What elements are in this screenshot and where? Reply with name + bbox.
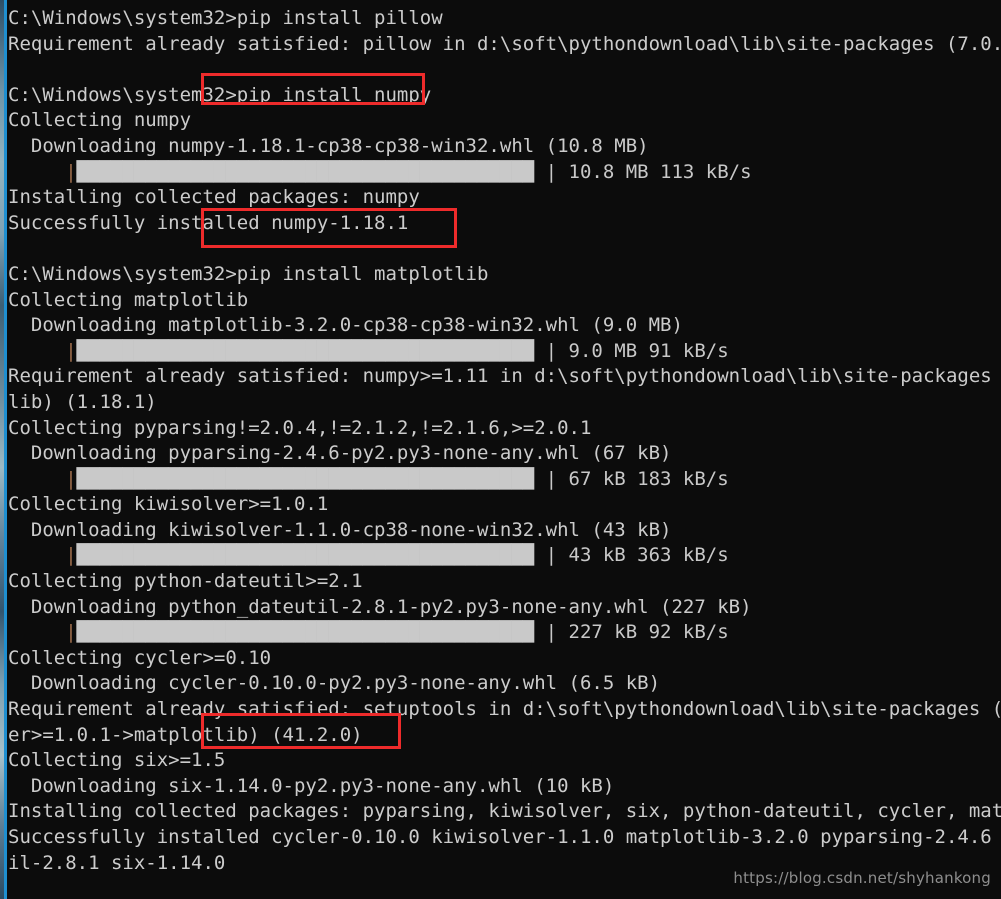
download-progress-bar: |███████████████████████████████████████… <box>7 543 1001 569</box>
terminal-output-line: Collecting numpy <box>8 109 192 132</box>
progress-bar-fill: ████████████████████████████████████████ <box>76 621 535 644</box>
progress-bar-status: | 43 kB 363 kB/s <box>534 544 729 567</box>
terminal-output-line: Downloading python_dateutil-2.8.1-py2.py… <box>8 595 752 618</box>
terminal-output-line: Requirement already satisfied: numpy>=1.… <box>8 365 992 388</box>
progress-bar-left-delimiter: | <box>65 621 77 644</box>
terminal-prompt-line: C:\Windows\system32>pip install matplotl… <box>8 262 489 285</box>
progress-bar-left-delimiter: | <box>65 160 77 183</box>
progress-bar-fill: ████████████████████████████████████████ <box>76 160 535 183</box>
terminal-output-line: Successfully installed cycler-0.10.0 kiw… <box>8 826 992 848</box>
progress-bar-indent <box>8 340 65 362</box>
watermark-url: https://blog.csdn.net/shyhankong <box>733 869 991 887</box>
terminal-output-line: Collecting python-dateutil>=2.1 <box>8 570 363 593</box>
terminal-output-line: Requirement already satisfied: pillow in… <box>8 32 1001 55</box>
terminal-prompt-line: C:\Windows\system32>pip install numpy <box>8 83 432 106</box>
terminal-output-line: Downloading kiwisolver-1.1.0-cp38-none-w… <box>8 518 672 541</box>
command-prompt-window[interactable]: C:\Windows\system32>pip install pillow Re… <box>4 0 1001 899</box>
terminal-output-line: Collecting matplotlib <box>8 288 249 311</box>
terminal-output-line: Downloading pyparsing-2.4.6-py2.py3-none… <box>8 442 672 465</box>
terminal-output-line: Downloading matplotlib-3.2.0-cp38-cp38-w… <box>8 314 683 337</box>
terminal-output-line: Collecting kiwisolver>=1.0.1 <box>8 493 329 516</box>
terminal-output-line: Downloading cycler-0.10.0-py2.py3-none-a… <box>8 672 661 695</box>
progress-bar-fill: ████████████████████████████████████████ <box>76 339 535 362</box>
progress-bar-left-delimiter: | <box>65 544 77 567</box>
terminal-output-line: Successfully installed numpy-1.18.1 <box>8 211 409 234</box>
download-progress-bar: |███████████████████████████████████████… <box>7 160 1001 186</box>
terminal-output-line: er>=1.0.1->matplotlib) (41.2.0) <box>8 723 363 746</box>
progress-bar-indent <box>8 621 65 643</box>
terminal-output-line: Requirement already satisfied: setuptool… <box>8 698 1001 721</box>
terminal-output-line: Collecting six>=1.5 <box>8 749 226 772</box>
progress-bar-indent <box>8 544 65 566</box>
terminal-output-line: Collecting cycler>=0.10 <box>8 646 272 669</box>
download-progress-bar: |███████████████████████████████████████… <box>7 467 1001 493</box>
terminal-output-line: Downloading six-1.14.0-py2.py3-none-any.… <box>8 774 615 797</box>
progress-bar-status: | 10.8 MB 113 kB/s <box>534 160 752 183</box>
download-progress-bar: |███████████████████████████████████████… <box>7 339 1001 365</box>
progress-bar-left-delimiter: | <box>65 339 77 362</box>
terminal-output-line: Downloading numpy-1.18.1-cp38-cp38-win32… <box>8 134 649 157</box>
progress-bar-fill: ████████████████████████████████████████ <box>76 544 535 567</box>
progress-bar-indent <box>8 468 65 490</box>
terminal-output-line: Installing collected packages: pyparsing… <box>8 800 1001 823</box>
progress-bar-fill: ████████████████████████████████████████ <box>76 467 535 490</box>
progress-bar-left-delimiter: | <box>65 467 77 490</box>
progress-bar-status: | 9.0 MB 91 kB/s <box>534 339 729 362</box>
progress-bar-status: | 67 kB 183 kB/s <box>534 467 729 490</box>
progress-bar-indent <box>8 161 65 183</box>
terminal-output-line: Collecting pyparsing!=2.0.4,!=2.1.2,!=2.… <box>8 416 592 439</box>
download-progress-bar: |███████████████████████████████████████… <box>7 620 1001 646</box>
console-output-area[interactable]: C:\Windows\system32>pip install pillow Re… <box>7 0 1001 899</box>
progress-bar-status: | 227 kB 92 kB/s <box>534 621 729 644</box>
terminal-prompt-line: C:\Windows\system32>pip install pillow <box>8 7 443 29</box>
terminal-output-line: Installing collected packages: numpy <box>8 186 420 209</box>
terminal-output-line: lib) (1.18.1) <box>8 390 157 413</box>
